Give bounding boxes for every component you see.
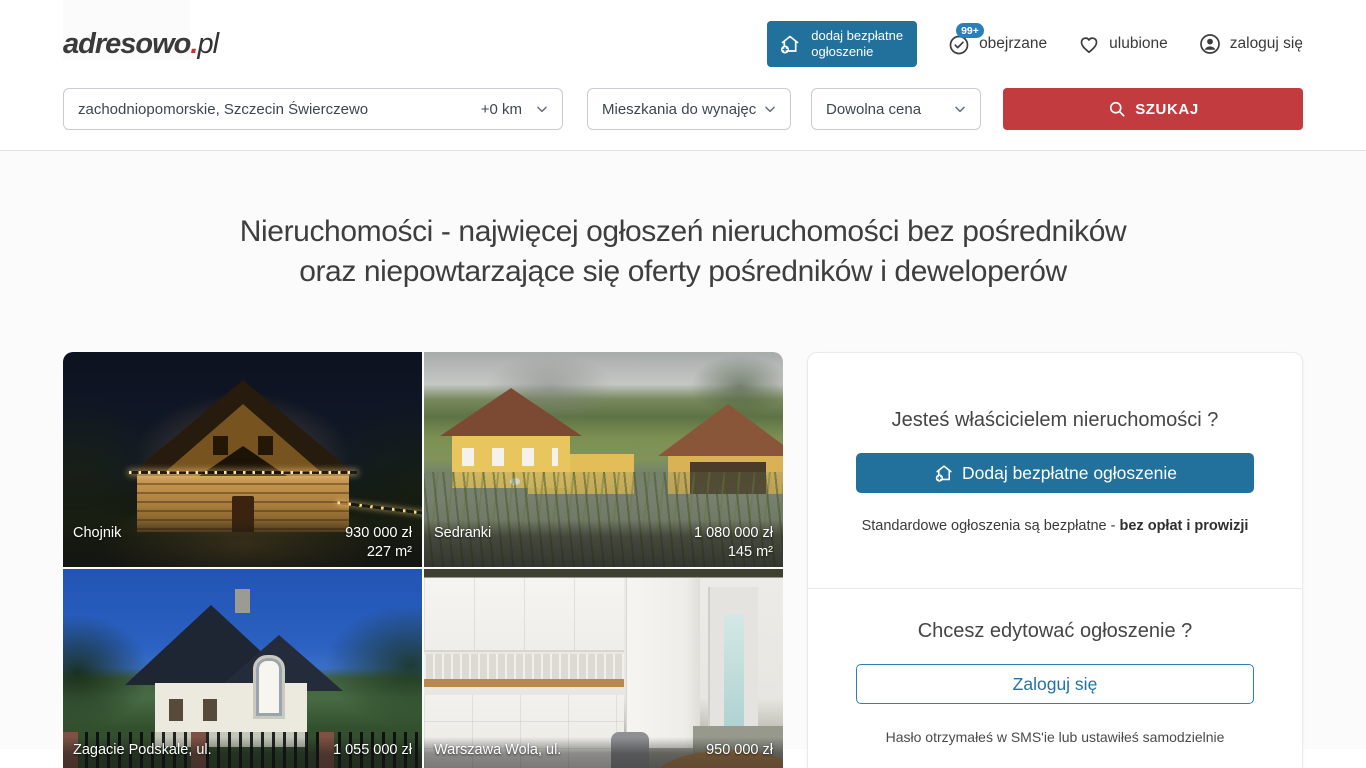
user-icon bbox=[1198, 32, 1222, 56]
radius-value: +0 km bbox=[481, 101, 522, 118]
listing-area: 227 m² bbox=[73, 544, 412, 560]
edit-heading: Chcesz edytować ogłoszenie ? bbox=[856, 620, 1254, 643]
price-value: Dowolna cena bbox=[826, 101, 952, 118]
listing-price: 950 000 zł bbox=[706, 742, 773, 758]
price-select[interactable]: Dowolna cena bbox=[811, 88, 981, 130]
photo-art-upper-cabinets bbox=[424, 578, 624, 652]
page-title: Nieruchomości - najwięcej ogłoszeń nieru… bbox=[0, 212, 1366, 292]
owner-panel: Jesteś właścicielem nieruchomości ? Doda… bbox=[807, 352, 1303, 768]
listing-card[interactable]: Sedranki 1 080 000 zł 145 m² bbox=[424, 352, 783, 567]
content-row: Chojnik 930 000 zł 227 m² Sedranki 1 bbox=[63, 352, 1303, 768]
heart-icon bbox=[1077, 32, 1101, 56]
login-label: zaloguj się bbox=[1230, 35, 1303, 53]
chevron-down-icon bbox=[534, 101, 550, 117]
listing-name: Sedranki bbox=[434, 525, 491, 541]
property-type-value: Mieszkania do wynajęc bbox=[602, 101, 762, 118]
listing-area: 145 m² bbox=[434, 544, 773, 560]
panel-add-listing-label: Dodaj bezpłatne ogłoszenie bbox=[962, 463, 1177, 484]
brand-logo[interactable]: adresowo.pl bbox=[63, 28, 218, 61]
favorites-label: ulubione bbox=[1109, 35, 1168, 53]
listing-name: Zagacie Podskale, ul. bbox=[73, 742, 212, 758]
header-actions: dodaj bezpłatne ogłoszenie 99+ obejrzane… bbox=[767, 21, 1303, 68]
page-title-line1: Nieruchomości - najwięcej ogłoszeń nieru… bbox=[240, 215, 1127, 248]
viewed-menu-item[interactable]: 99+ obejrzane bbox=[947, 32, 1047, 56]
listing-label: Chojnik 930 000 zł 227 m² bbox=[63, 520, 422, 567]
listing-label: Sedranki 1 080 000 zł 145 m² bbox=[424, 520, 783, 567]
listing-card[interactable]: Chojnik 930 000 zł 227 m² bbox=[63, 352, 422, 567]
owner-note: Standardowe ogłoszenia są bezpłatne - be… bbox=[856, 518, 1254, 534]
house-add-icon bbox=[778, 32, 802, 56]
search-bar: zachodniopomorskie, Szczecin Świerczewo … bbox=[63, 88, 1303, 130]
header: adresowo.pl dodaj bezpłatne ogłoszenie bbox=[0, 0, 1366, 88]
add-listing-button[interactable]: dodaj bezpłatne ogłoszenie bbox=[767, 21, 917, 68]
listing-label: Warszawa Wola, ul. 950 000 zł bbox=[424, 737, 783, 768]
owner-note-text: Standardowe ogłoszenia są bezpłatne - bbox=[862, 518, 1120, 534]
listing-price: 930 000 zł bbox=[345, 525, 412, 541]
property-type-select[interactable]: Mieszkania do wynajęc bbox=[587, 88, 791, 130]
panel-login-button[interactable]: Zaloguj się bbox=[856, 664, 1254, 704]
chevron-down-icon bbox=[762, 101, 778, 117]
brand-name: adresowo bbox=[63, 0, 190, 60]
main-content: Nieruchomości - najwięcej ogłoszeń nieru… bbox=[0, 151, 1366, 749]
edit-section: Chcesz edytować ogłoszenie ? Zaloguj się… bbox=[808, 589, 1302, 768]
add-listing-label: dodaj bezpłatne ogłoszenie bbox=[811, 28, 903, 61]
search-button[interactable]: SZUKAJ bbox=[1003, 88, 1303, 130]
location-input[interactable]: zachodniopomorskie, Szczecin Świerczewo … bbox=[63, 88, 563, 130]
check-circle-icon: 99+ bbox=[947, 32, 971, 56]
add-listing-line1: dodaj bezpłatne bbox=[811, 28, 903, 43]
listing-price: 1 055 000 zł bbox=[333, 742, 412, 758]
viewed-count-badge: 99+ bbox=[956, 23, 984, 38]
listing-area bbox=[73, 761, 412, 768]
listings-grid: Chojnik 930 000 zł 227 m² Sedranki 1 bbox=[63, 352, 783, 768]
listing-price: 1 080 000 zł bbox=[694, 525, 773, 541]
location-value: zachodniopomorskie, Szczecin Świerczewo bbox=[78, 101, 473, 118]
search-icon bbox=[1107, 99, 1127, 119]
page-title-line2: oraz niepowtarzające się oferty pośredni… bbox=[299, 255, 1067, 288]
brand-tld: pl bbox=[197, 28, 218, 60]
viewed-label: obejrzane bbox=[979, 35, 1047, 53]
add-listing-line2: ogłoszenie bbox=[811, 44, 873, 59]
listing-card[interactable]: Zagacie Podskale, ul. 1 055 000 zł bbox=[63, 569, 422, 768]
owner-note-bold: bez opłat i prowizji bbox=[1120, 518, 1249, 534]
listing-card[interactable]: Warszawa Wola, ul. 950 000 zł bbox=[424, 569, 783, 768]
owner-heading: Jesteś właścicielem nieruchomości ? bbox=[856, 409, 1254, 432]
panel-add-listing-button[interactable]: Dodaj bezpłatne ogłoszenie bbox=[856, 453, 1254, 493]
photo-art-backsplash bbox=[424, 654, 624, 687]
owner-section: Jesteś właścicielem nieruchomości ? Doda… bbox=[808, 353, 1302, 588]
listing-name: Warszawa Wola, ul. bbox=[434, 742, 561, 758]
photo-art-tall-cabinet bbox=[626, 578, 700, 748]
favorites-menu-item[interactable]: ulubione bbox=[1077, 32, 1168, 56]
chevron-down-icon bbox=[952, 101, 968, 117]
listing-name: Chojnik bbox=[73, 525, 121, 541]
photo-art-lights bbox=[129, 471, 357, 474]
login-menu-item[interactable]: zaloguj się bbox=[1198, 32, 1303, 56]
listing-label: Zagacie Podskale, ul. 1 055 000 zł bbox=[63, 737, 422, 768]
listing-area bbox=[434, 761, 773, 768]
house-add-icon bbox=[933, 462, 955, 484]
edit-note: Hasło otrzymałeś w SMS'ie lub ustawiłeś … bbox=[856, 729, 1254, 745]
search-button-label: SZUKAJ bbox=[1135, 101, 1199, 118]
